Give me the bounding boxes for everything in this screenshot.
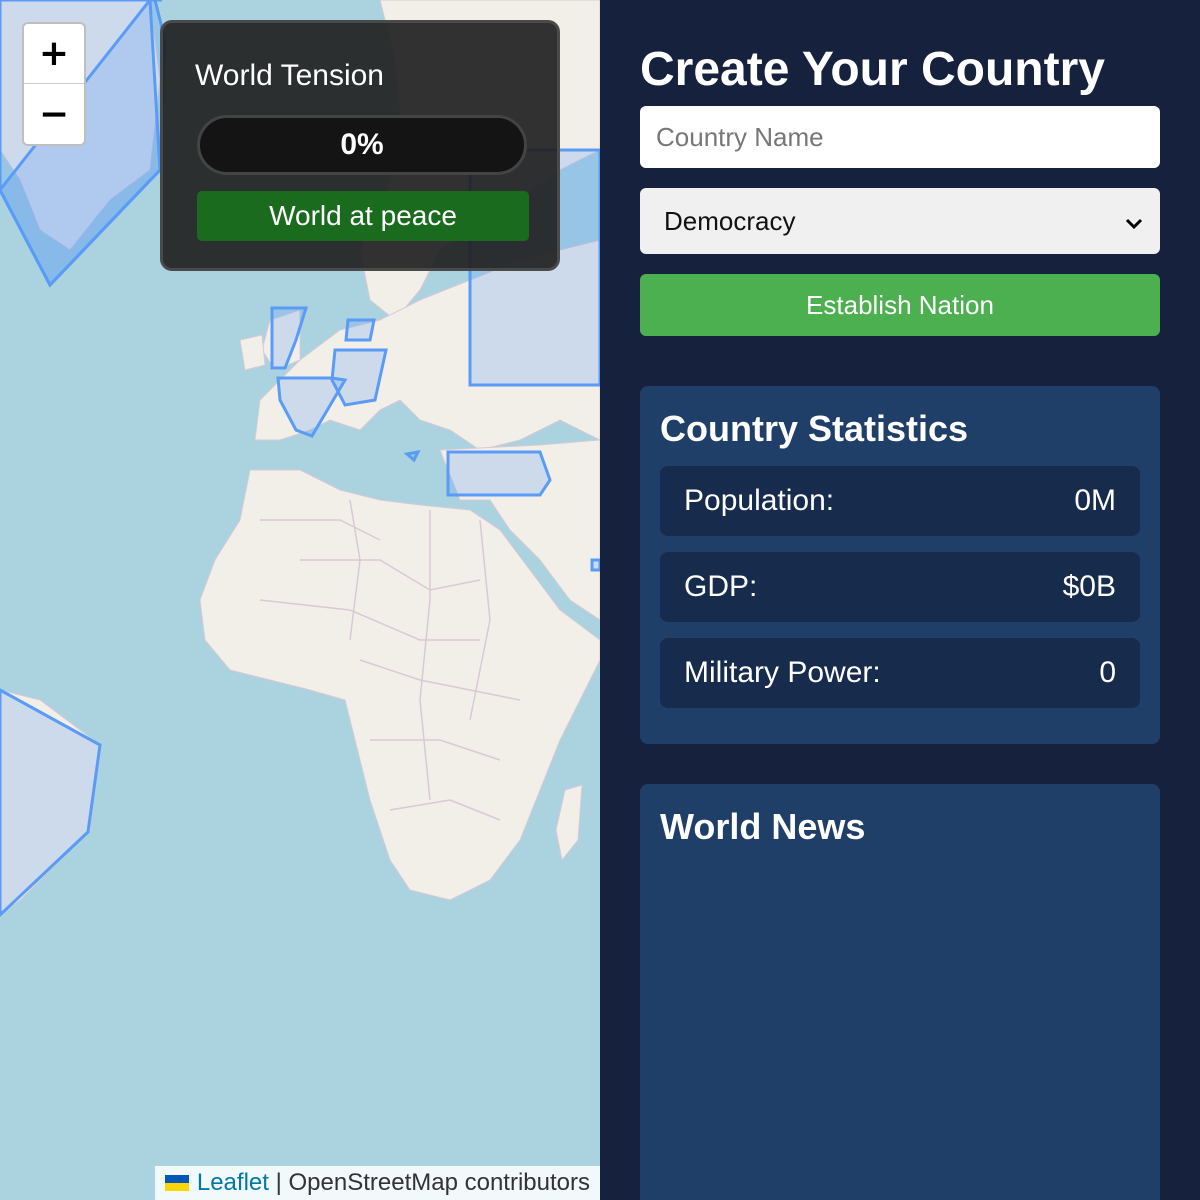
attribution-separator: |	[268, 1169, 289, 1196]
region-arabia	[590, 558, 600, 572]
world-tension-panel: World Tension 0% World at peace	[160, 20, 560, 271]
world-news-panel: World News	[640, 784, 1160, 1200]
create-country-title: Create Your Country	[640, 43, 1105, 96]
government-selected-value: Democracy	[664, 205, 796, 236]
stat-label: GDP:	[684, 570, 758, 603]
tension-title: World Tension	[195, 59, 384, 92]
map-attribution: Leaflet | OpenStreetMap contributors	[154, 1166, 600, 1200]
government-type-select[interactable]: Democracy	[640, 188, 1160, 254]
region-brazil	[0, 688, 102, 918]
establish-nation-button[interactable]: Establish Nation	[640, 274, 1160, 336]
stat-label: Military Power:	[684, 656, 881, 689]
stat-row-gdp: GDP: $0B	[660, 552, 1140, 622]
ukraine-flag-icon	[164, 1175, 189, 1191]
country-statistics-panel: Country Statistics Population: 0M GDP: $…	[640, 386, 1160, 744]
stat-value: $0B	[1062, 570, 1116, 603]
statistics-title: Country Statistics	[660, 408, 969, 449]
zoom-out-button[interactable]: −	[24, 84, 84, 144]
country-name-input[interactable]	[640, 106, 1160, 168]
tension-meter: 0%	[197, 115, 527, 175]
ireland-landmass	[239, 334, 266, 371]
zoom-in-button[interactable]: +	[24, 24, 84, 84]
stat-label: Population:	[684, 484, 835, 517]
leaflet-link[interactable]: Leaflet	[197, 1169, 269, 1197]
tension-status-badge: World at peace	[197, 191, 529, 241]
tension-percent: 0%	[340, 128, 384, 161]
zoom-control: + −	[22, 22, 86, 146]
stat-row-population: Population: 0M	[660, 466, 1140, 536]
stat-value: 0	[1099, 656, 1116, 689]
sidebar: Create Your Country Democracy Establish …	[600, 0, 1200, 1200]
world-news-title: World News	[660, 806, 866, 847]
region-denmark	[344, 318, 376, 342]
stat-row-military-power: Military Power: 0	[660, 638, 1140, 708]
madagascar-landmass	[555, 784, 583, 862]
stat-value: 0M	[1074, 484, 1116, 517]
region-turkey	[446, 450, 552, 497]
region-balkan	[403, 449, 421, 463]
world-map[interactable]: + − World Tension 0% World at peace Leaf…	[0, 0, 600, 1200]
chevron-down-icon	[1124, 210, 1144, 241]
osm-contributors-link[interactable]: OpenStreetMap contributors	[289, 1169, 591, 1197]
